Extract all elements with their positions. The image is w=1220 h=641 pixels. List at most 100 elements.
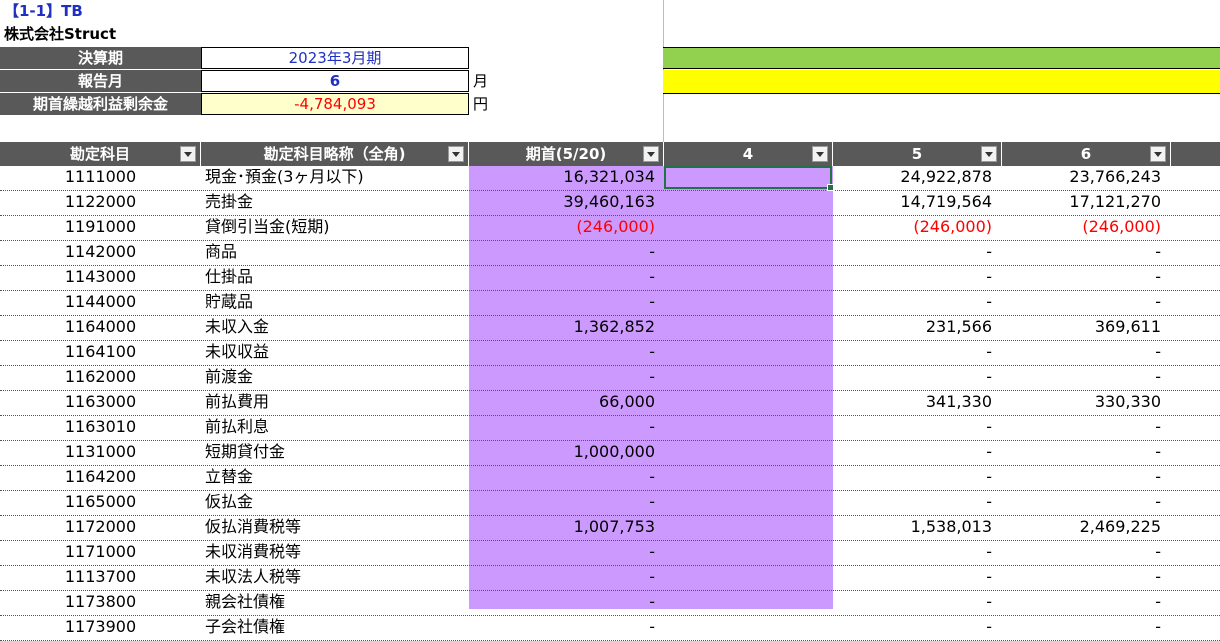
month-6-cell[interactable]: -	[1002, 416, 1161, 438]
opening-balance-cell[interactable]: -	[469, 466, 655, 488]
month-5-cell[interactable]: 1,538,013	[833, 516, 992, 538]
account-code-cell[interactable]: 1163000	[0, 391, 201, 413]
month-6-cell[interactable]: -	[1002, 591, 1161, 613]
opening-balance-cell[interactable]: -	[469, 541, 655, 563]
opening-balance-cell[interactable]: 1,007,753	[469, 516, 655, 538]
account-name-cell[interactable]: 前渡金	[205, 366, 253, 388]
month-6-cell[interactable]: -	[1002, 441, 1161, 463]
filter-dropdown-icon[interactable]	[1150, 146, 1166, 162]
account-code-cell[interactable]: 1162000	[0, 366, 201, 388]
month-5-cell[interactable]: -	[833, 491, 992, 513]
month-6-cell[interactable]: -	[1002, 241, 1161, 263]
account-code-cell[interactable]: 1164200	[0, 466, 201, 488]
month-6-cell[interactable]: 23,766,243	[1002, 166, 1161, 188]
month-6-cell[interactable]: -	[1002, 616, 1161, 638]
opening-balance-cell[interactable]: 16,321,034	[469, 166, 655, 188]
month-6-cell[interactable]: -	[1002, 491, 1161, 513]
month-5-cell[interactable]: -	[833, 416, 992, 438]
month-6-cell[interactable]: -	[1002, 341, 1161, 363]
account-name-cell[interactable]: 売掛金	[205, 191, 253, 213]
account-code-cell[interactable]: 1143000	[0, 266, 201, 288]
month-5-cell[interactable]: -	[833, 441, 992, 463]
month-6-cell[interactable]: -	[1002, 266, 1161, 288]
account-name-cell[interactable]: 前払費用	[205, 391, 269, 413]
opening-balance-cell[interactable]: -	[469, 366, 655, 388]
month-6-cell[interactable]: -	[1002, 566, 1161, 588]
account-name-cell[interactable]: 商品	[205, 241, 237, 263]
month-5-cell[interactable]: 24,922,878	[833, 166, 992, 188]
month-5-cell[interactable]: (246,000)	[833, 216, 992, 238]
month-5-cell[interactable]: 341,330	[833, 391, 992, 413]
account-code-cell[interactable]: 1163010	[0, 416, 201, 438]
account-name-cell[interactable]: 立替金	[205, 466, 253, 488]
opening-balance-cell[interactable]: (246,000)	[469, 216, 655, 238]
account-code-cell[interactable]: 1111000	[0, 166, 201, 188]
month-5-cell[interactable]: -	[833, 591, 992, 613]
account-code-cell[interactable]: 1142000	[0, 241, 201, 263]
month-5-cell[interactable]: -	[833, 241, 992, 263]
month-5-cell[interactable]: -	[833, 541, 992, 563]
account-name-cell[interactable]: 未収消費税等	[205, 541, 301, 563]
month-6-cell[interactable]: -	[1002, 541, 1161, 563]
fiscal-period-cell[interactable]: 2023年3月期	[201, 47, 469, 69]
account-code-cell[interactable]: 1173900	[0, 616, 201, 638]
opening-balance-cell[interactable]: -	[469, 491, 655, 513]
account-code-cell[interactable]: 1164000	[0, 316, 201, 338]
month-5-cell[interactable]: 231,566	[833, 316, 992, 338]
month-6-cell[interactable]: 330,330	[1002, 391, 1161, 413]
opening-balance-cell[interactable]: -	[469, 291, 655, 313]
account-code-cell[interactable]: 1172000	[0, 516, 201, 538]
account-code-cell[interactable]: 1131000	[0, 441, 201, 463]
filter-dropdown-icon[interactable]	[448, 146, 464, 162]
month-6-cell[interactable]: 17,121,270	[1002, 191, 1161, 213]
opening-balance-cell[interactable]: 39,460,163	[469, 191, 655, 213]
filter-dropdown-icon[interactable]	[643, 146, 659, 162]
report-month-cell[interactable]: 6	[201, 70, 469, 92]
account-name-cell[interactable]: 貸倒引当金(短期)	[205, 216, 330, 238]
month-5-cell[interactable]: -	[833, 266, 992, 288]
account-code-cell[interactable]: 1165000	[0, 491, 201, 513]
selected-cell[interactable]	[664, 166, 834, 191]
account-code-cell[interactable]: 1173800	[0, 591, 201, 613]
month-6-cell[interactable]: 369,611	[1002, 316, 1161, 338]
month-6-cell[interactable]: (246,000)	[1002, 216, 1161, 238]
account-name-cell[interactable]: 仮払金	[205, 491, 253, 513]
account-name-cell[interactable]: 親会社債権	[205, 591, 285, 613]
opening-balance-cell[interactable]: -	[469, 616, 655, 638]
month-5-cell[interactable]: -	[833, 566, 992, 588]
account-name-cell[interactable]: 未収収益	[205, 341, 269, 363]
account-name-cell[interactable]: 前払利息	[205, 416, 269, 438]
month-5-cell[interactable]: -	[833, 616, 992, 638]
month-5-cell[interactable]: 14,719,564	[833, 191, 992, 213]
opening-balance-cell[interactable]: 1,000,000	[469, 441, 655, 463]
filter-dropdown-icon[interactable]	[981, 146, 997, 162]
account-code-cell[interactable]: 1191000	[0, 216, 201, 238]
opening-retained-earnings-cell[interactable]: -4,784,093	[201, 93, 469, 115]
account-code-cell[interactable]: 1164100	[0, 341, 201, 363]
month-5-cell[interactable]: -	[833, 366, 992, 388]
account-code-cell[interactable]: 1171000	[0, 541, 201, 563]
account-name-cell[interactable]: 貯蔵品	[205, 291, 253, 313]
opening-balance-cell[interactable]: -	[469, 566, 655, 588]
opening-balance-cell[interactable]: -	[469, 266, 655, 288]
opening-balance-cell[interactable]: 1,362,852	[469, 316, 655, 338]
account-name-cell[interactable]: 未収法人税等	[205, 566, 301, 588]
month-6-cell[interactable]: -	[1002, 466, 1161, 488]
account-name-cell[interactable]: 子会社債権	[205, 616, 285, 638]
filter-dropdown-icon[interactable]	[812, 146, 828, 162]
opening-balance-cell[interactable]: -	[469, 416, 655, 438]
month-6-cell[interactable]: -	[1002, 291, 1161, 313]
account-code-cell[interactable]: 1122000	[0, 191, 201, 213]
account-name-cell[interactable]: 仕掛品	[205, 266, 253, 288]
account-name-cell[interactable]: 未収入金	[205, 316, 269, 338]
month-6-cell[interactable]: 2,469,225	[1002, 516, 1161, 538]
month-5-cell[interactable]: -	[833, 291, 992, 313]
account-code-cell[interactable]: 1144000	[0, 291, 201, 313]
opening-balance-cell[interactable]: -	[469, 341, 655, 363]
opening-balance-cell[interactable]: -	[469, 591, 655, 613]
account-name-cell[interactable]: 現金･預金(3ヶ月以下)	[205, 166, 364, 188]
account-name-cell[interactable]: 短期貸付金	[205, 441, 285, 463]
month-6-cell[interactable]: -	[1002, 366, 1161, 388]
month-5-cell[interactable]: -	[833, 466, 992, 488]
opening-balance-cell[interactable]: -	[469, 241, 655, 263]
